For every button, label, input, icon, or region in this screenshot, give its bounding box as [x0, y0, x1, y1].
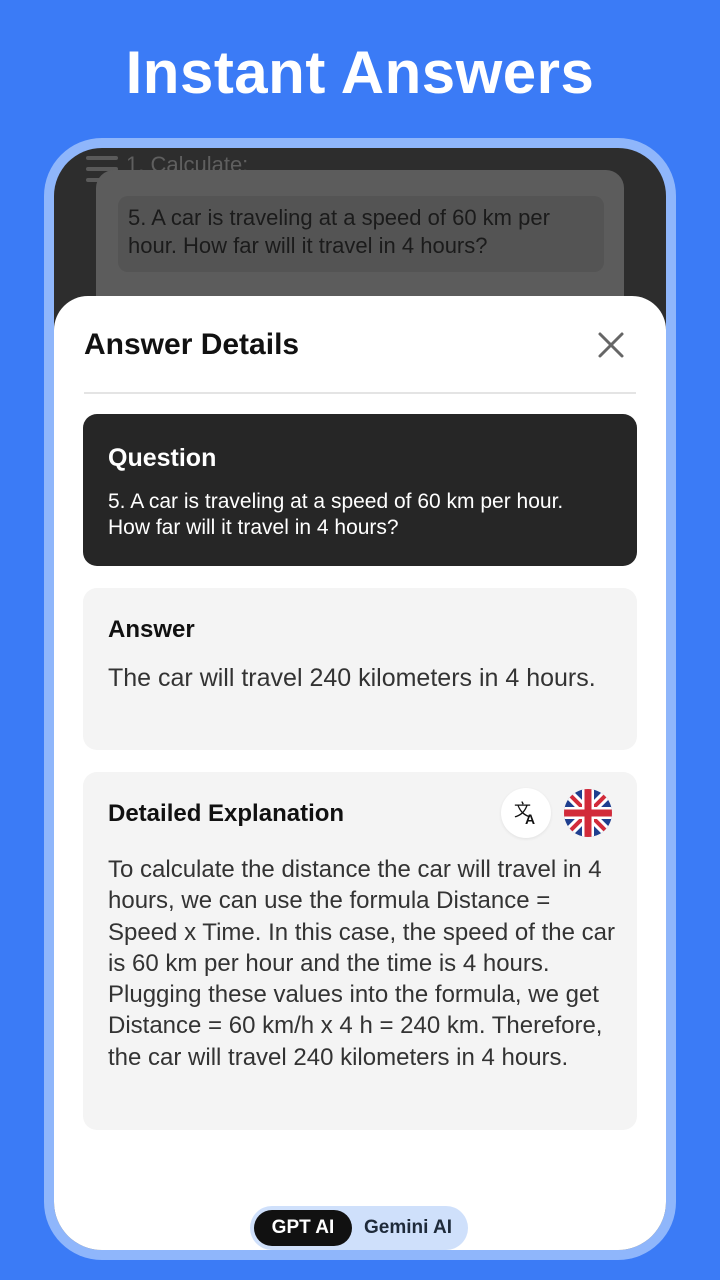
uk-flag-icon: [564, 789, 612, 837]
phone-frame: 1. Calculate: 5. A car is traveling at a…: [44, 138, 676, 1260]
answer-text: The car will travel 240 kilometers in 4 …: [108, 664, 596, 692]
question-card: Question 5. A car is traveling at a spee…: [83, 414, 637, 566]
answer-details-sheet: Answer Details Question 5. A car is trav…: [54, 296, 666, 1250]
answer-label: Answer: [108, 616, 195, 643]
svg-text:A: A: [525, 811, 535, 827]
promo-title: Instant Answers: [125, 39, 595, 106]
close-icon: [598, 332, 624, 358]
model-option-gemini[interactable]: Gemini AI: [354, 1210, 462, 1246]
translate-icon: 文 A: [514, 801, 535, 827]
sheet-title: Answer Details: [84, 328, 300, 361]
background-question-text: 5. A car is traveling at a speed of 60 k…: [118, 196, 604, 272]
explanation-text: To calculate the distance the car will t…: [108, 856, 615, 1071]
language-flag-button[interactable]: [563, 788, 613, 838]
question-label: Question: [108, 444, 217, 472]
model-toggle: GPT AI Gemini AI: [250, 1206, 468, 1250]
close-button[interactable]: [594, 328, 628, 362]
answer-card: Answer The car will travel 240 kilometer…: [83, 588, 637, 750]
translate-button[interactable]: 文 A: [501, 788, 551, 838]
divider: [84, 392, 636, 394]
model-option-gpt[interactable]: GPT AI: [254, 1210, 352, 1246]
phone-screen: 1. Calculate: 5. A car is traveling at a…: [54, 148, 666, 1250]
question-text: 5. A car is traveling at a speed of 60 k…: [108, 490, 564, 539]
explanation-card: Detailed Explanation 文 A To calculate th…: [83, 772, 637, 1130]
explanation-label: Detailed Explanation: [108, 800, 345, 827]
